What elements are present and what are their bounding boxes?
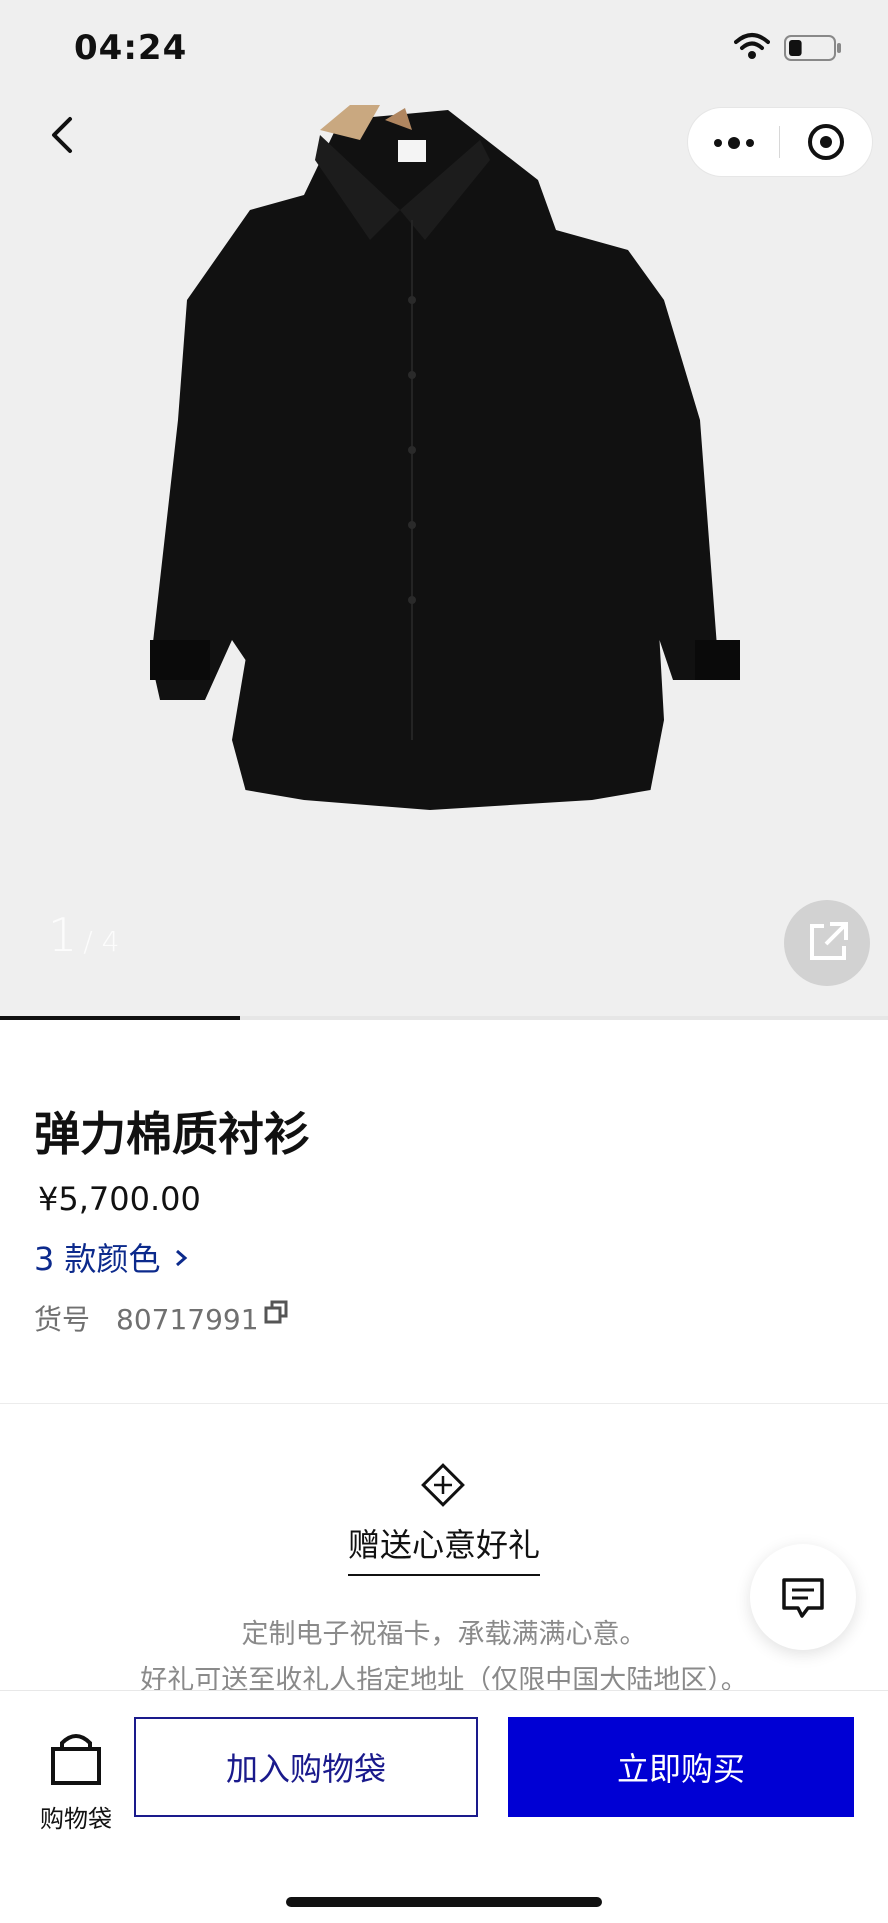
back-icon	[52, 117, 72, 153]
section-divider	[0, 1403, 888, 1404]
gift-title-text: 赠送心意好礼	[347, 1520, 540, 1576]
shopping-bag-tab[interactable]: 购物袋	[24, 1723, 128, 1833]
buy-now-button[interactable]: 立即购买	[508, 1717, 854, 1817]
status-bar: 04:24	[0, 0, 888, 95]
chat-icon	[782, 1578, 824, 1618]
image-counter: 1/ 4	[48, 908, 119, 962]
bottom-action-bar: 购物袋 加入购物袋 立即购买	[0, 1690, 888, 1923]
home-indicator	[286, 1897, 602, 1907]
status-time: 04:24	[74, 28, 188, 68]
miniprogram-capsule	[688, 108, 872, 176]
sku-value: 80717991	[116, 1303, 259, 1336]
close-miniprogram-button[interactable]	[780, 108, 872, 176]
sku-label: 货号	[34, 1303, 91, 1336]
product-image	[150, 105, 740, 810]
back-button[interactable]	[40, 105, 90, 165]
more-button[interactable]	[688, 108, 780, 176]
gallery-progress	[0, 1016, 888, 1020]
image-counter-current: 1	[48, 908, 78, 962]
share-icon	[810, 922, 848, 960]
chevron-right-icon	[175, 1249, 187, 1267]
image-counter-total: / 4	[83, 925, 120, 958]
product-title: 弹力棉质衬衫	[34, 1107, 310, 1161]
shopping-bag-label: 购物袋	[40, 1805, 112, 1833]
chat-button[interactable]	[750, 1544, 856, 1650]
add-to-bag-button[interactable]: 加入购物袋	[134, 1717, 478, 1817]
target-icon	[808, 124, 844, 160]
colors-link-label: 3 款颜色	[34, 1240, 161, 1278]
more-icon	[714, 137, 754, 149]
product-image-gallery[interactable]: 1/ 4	[0, 0, 888, 1020]
bag-icon	[51, 1734, 101, 1785]
product-price: ¥5,700.00	[38, 1180, 201, 1218]
colors-link[interactable]: 3 款颜色	[34, 1234, 189, 1280]
wifi-icon	[734, 33, 770, 59]
copy-icon[interactable]	[264, 1300, 290, 1326]
gallery-progress-fill	[0, 1016, 240, 1020]
share-button[interactable]	[784, 900, 870, 986]
gift-icon	[421, 1463, 465, 1507]
battery-icon	[784, 35, 841, 61]
sku-row: 货号 80717991	[34, 1298, 259, 1338]
